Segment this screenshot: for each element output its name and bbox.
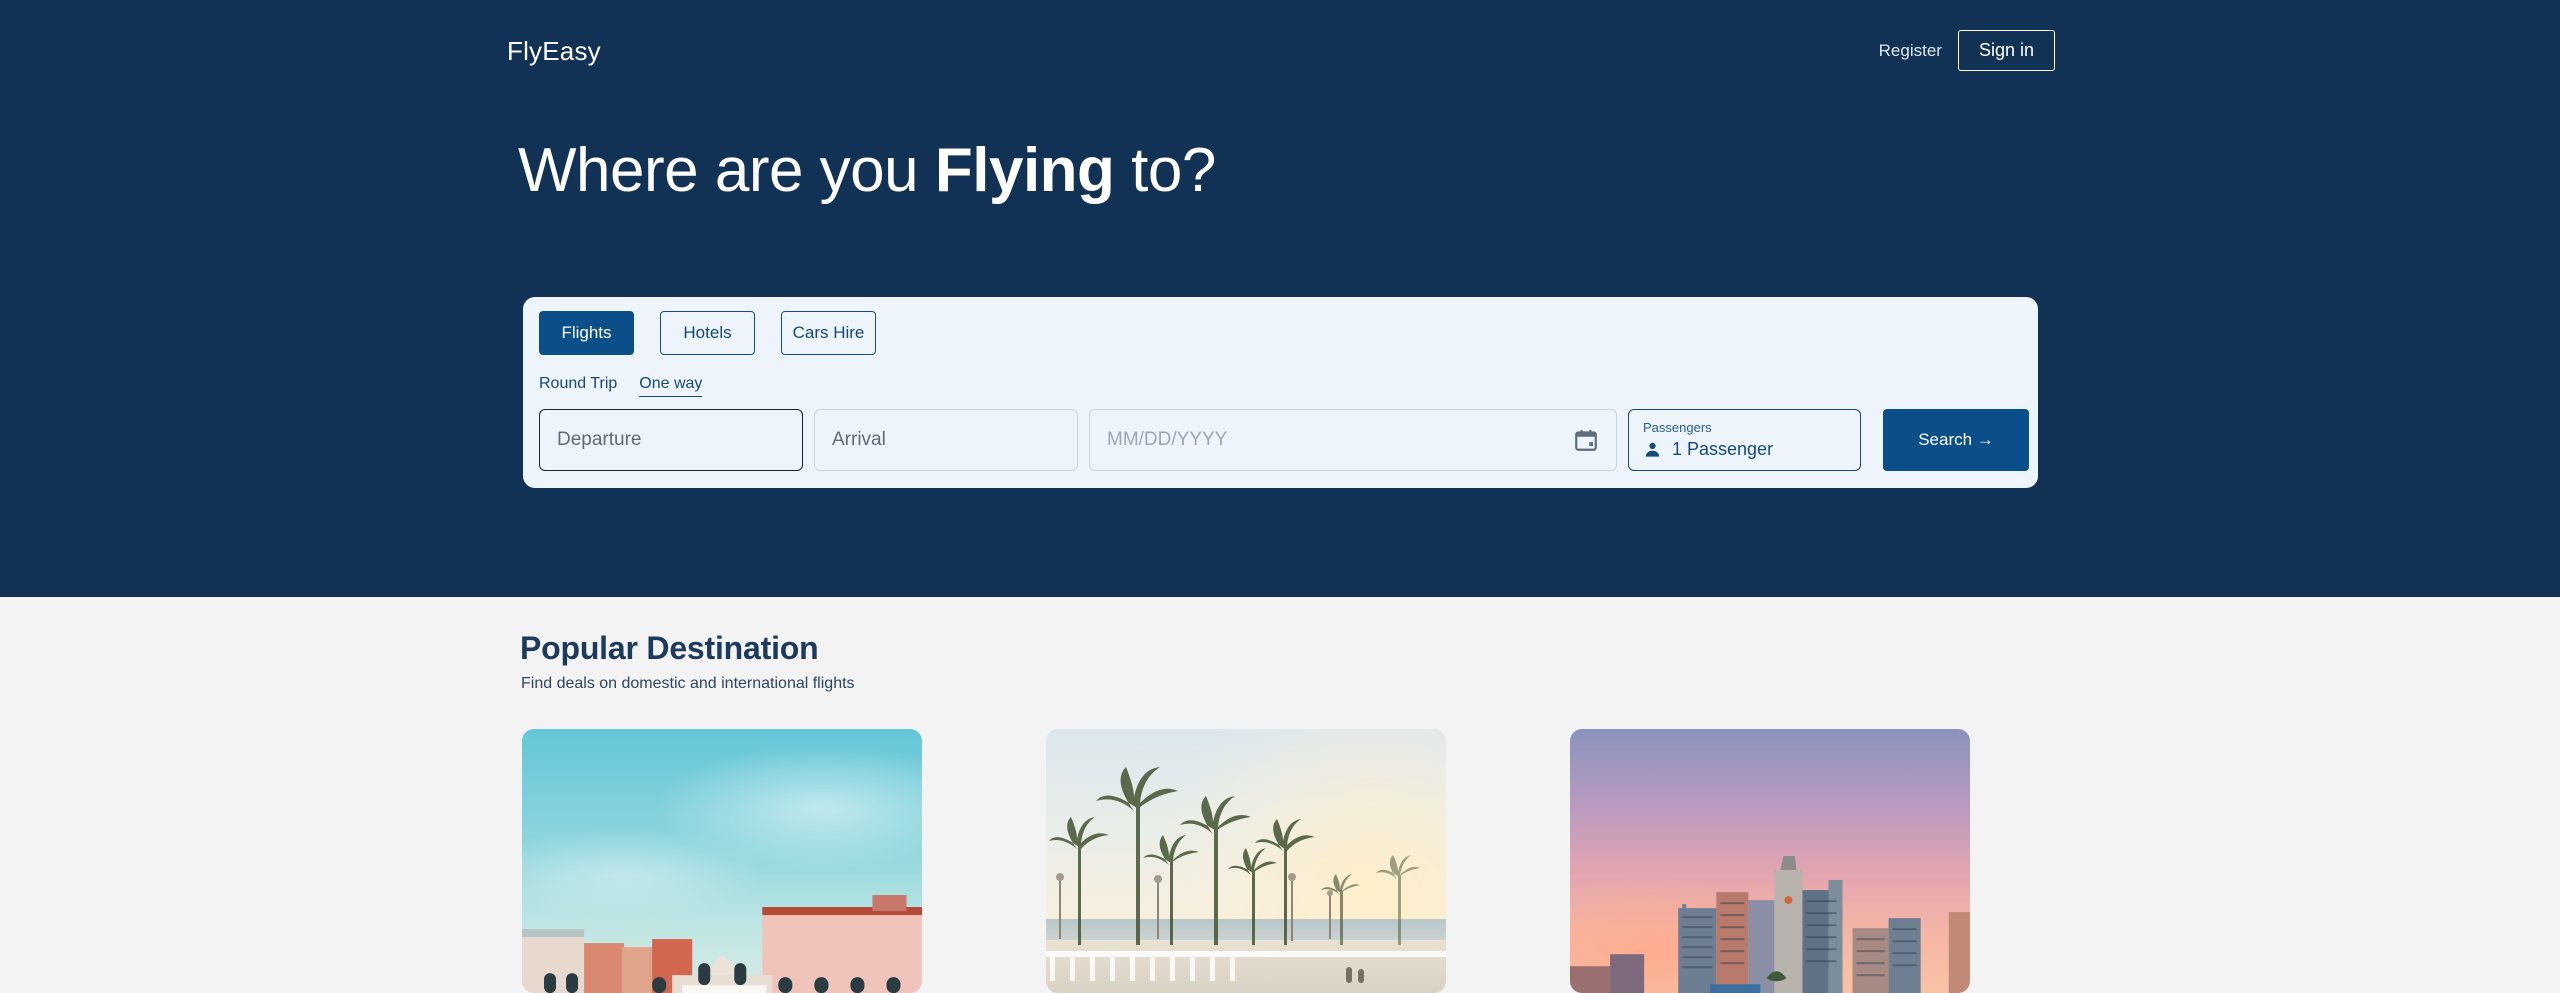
date-placeholder: MM/DD/YYYY [1107,429,1228,450]
passengers-label: Passengers [1643,419,1712,435]
headline-emphasis: Flying [934,136,1115,205]
arrival-input[interactable]: Arrival [814,409,1078,471]
popular-destinations-section: Popular Destination Find deals on domest… [0,597,2560,993]
passengers-selector[interactable]: Passengers 1 Passenger [1628,409,1861,471]
top-navbar: FlyEasy Register Sign in [0,30,2560,80]
register-link[interactable]: Register [1879,41,1942,61]
trip-type-one-way[interactable]: One way [639,375,703,397]
page-title: Where are you Flying to? [518,135,1216,206]
page-root: FlyEasy Register Sign in Where are you F… [0,0,2560,993]
headline-suffix: to? [1114,136,1216,205]
destination-card-beach[interactable] [1046,729,1446,993]
destination-card-venice[interactable] [522,729,922,993]
beach-photo [1046,729,1446,993]
skyline-photo [1570,729,1970,993]
search-button[interactable]: Search → [1883,409,2029,471]
sign-in-button[interactable]: Sign in [1957,30,2055,71]
passengers-value: 1 Passenger [1672,439,1774,460]
person-icon [1645,443,1660,457]
venice-buildings [522,894,922,993]
palm-trees [1046,767,1446,983]
departure-input[interactable]: Departure [539,409,803,471]
search-fields: Departure Arrival MM/DD/YYYY Passengers … [539,409,2029,471]
destination-carousel [522,729,1970,993]
headline-prefix: Where are you [518,136,935,205]
section-title: Popular Destination [520,630,819,666]
tab-flights[interactable]: Flights [539,311,634,355]
tab-hotels[interactable]: Hotels [660,311,755,355]
service-tabs: Flights Hotels Cars Hire [539,311,876,355]
destination-card-skyline[interactable] [1570,729,1970,993]
calendar-icon[interactable] [1573,427,1599,453]
passengers-value-row: 1 Passenger [1643,439,1773,460]
date-input[interactable]: MM/DD/YYYY [1089,409,1617,471]
section-subtitle: Find deals on domestic and international… [521,675,855,692]
hero-section: FlyEasy Register Sign in Where are you F… [0,0,2560,597]
venice-photo [522,729,922,993]
tab-cars-hire[interactable]: Cars Hire [781,311,876,355]
trip-type-round-trip[interactable]: Round Trip [539,375,617,397]
arrival-placeholder: Arrival [832,429,886,450]
brand-logo[interactable]: FlyEasy [507,36,601,67]
navbar-actions: Register Sign in [1879,30,2055,71]
trip-type-group: Round Trip One way [539,375,703,397]
search-card: Flights Hotels Cars Hire Round Trip One … [523,297,2038,488]
skyline-buildings [1570,855,1970,993]
departure-placeholder: Departure [557,429,642,450]
